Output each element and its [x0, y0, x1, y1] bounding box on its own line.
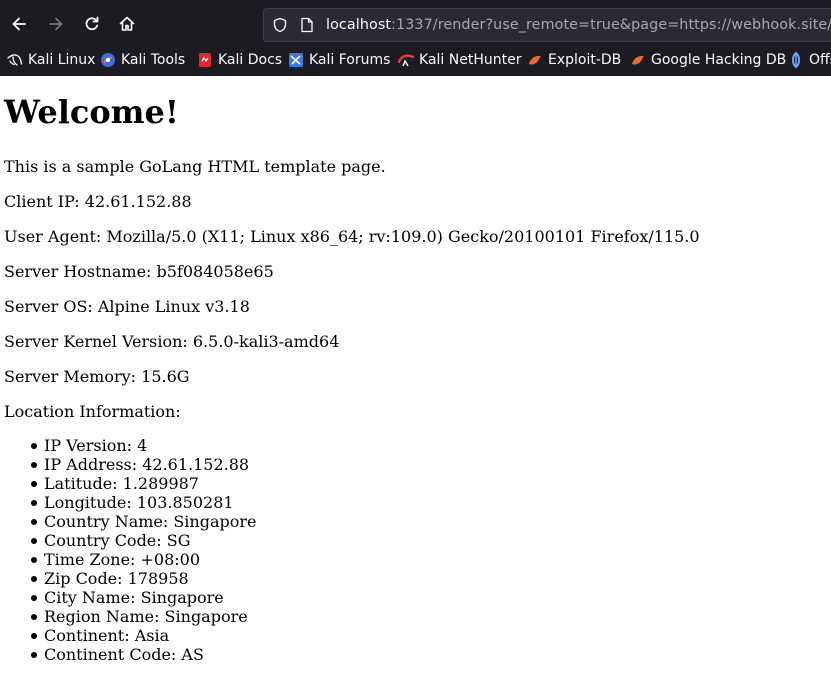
- bookmarks-toolbar: Kali Linux Kali Tools Kali Docs Kali For…: [0, 46, 831, 74]
- list-item: Time Zone: +08:00: [31, 550, 257, 569]
- back-arrow-icon: [12, 17, 26, 31]
- address-bar[interactable]: localhost:1337/render?use_remote=true&pa…: [263, 8, 831, 42]
- kali-docs-icon: [197, 52, 213, 68]
- home-button[interactable]: [113, 10, 141, 38]
- back-button[interactable]: [5, 10, 33, 38]
- list-item: Continent Code: AS: [31, 645, 257, 664]
- tracking-protection-shield-icon[interactable]: [272, 17, 288, 33]
- bookmark-kali-docs[interactable]: Kali Docs: [197, 50, 282, 70]
- bookmark-offsec[interactable]: Offs: [788, 50, 831, 70]
- page-content: Welcome! This is a sample GoLang HTML te…: [0, 76, 831, 691]
- list-item: Continent: Asia: [31, 626, 257, 645]
- kali-forums-icon: [288, 52, 304, 68]
- bookmark-kali-linux[interactable]: Kali Linux: [7, 50, 95, 70]
- url-path: :1337/render?use_remote=true&page=https:…: [391, 17, 831, 33]
- bookmark-label: Kali Linux: [28, 52, 96, 68]
- reload-button[interactable]: [78, 10, 106, 38]
- page-title: Welcome!: [4, 93, 179, 131]
- bookmark-kali-nethunter[interactable]: Kali NetHunter: [397, 50, 522, 70]
- server-kernel-text: Server Kernel Version: 6.5.0-kali3-amd64: [4, 332, 340, 351]
- list-item: Zip Code: 178958: [31, 569, 257, 588]
- location-heading: Location Information:: [4, 402, 181, 421]
- bookmark-exploit-db[interactable]: Exploit-DB: [527, 50, 621, 70]
- bookmark-label: Kali NetHunter: [419, 52, 522, 68]
- client-ip-text: Client IP: 42.61.152.88: [4, 192, 192, 211]
- intro-text: This is a sample GoLang HTML template pa…: [4, 157, 386, 176]
- list-item: Country Name: Singapore: [31, 512, 257, 531]
- page-icon[interactable]: [300, 17, 314, 33]
- reload-icon: [85, 16, 99, 31]
- bookmark-label: Kali Docs: [218, 52, 283, 68]
- bookmark-label: Kali Forums: [309, 52, 391, 68]
- bookmark-kali-forums[interactable]: Kali Forums: [288, 50, 390, 70]
- server-hostname-text: Server Hostname: b5f084058e65: [4, 262, 274, 281]
- list-item: Latitude: 1.289987: [31, 474, 257, 493]
- browser-chrome: localhost:1337/render?use_remote=true&pa…: [0, 0, 831, 76]
- url-text: localhost:1337/render?use_remote=true&pa…: [326, 17, 831, 33]
- forward-arrow-icon: [49, 17, 63, 31]
- server-memory-text: Server Memory: 15.6G: [4, 367, 190, 386]
- home-icon: [119, 16, 135, 31]
- kali-nethunter-icon: [397, 52, 415, 68]
- list-item: Country Code: SG: [31, 531, 257, 550]
- user-agent-text: User Agent: Mozilla/5.0 (X11; Linux x86_…: [4, 227, 700, 246]
- exploit-db-icon: [527, 52, 543, 68]
- bookmark-label: Google Hacking DB: [651, 52, 787, 68]
- list-item: IP Address: 42.61.152.88: [31, 455, 257, 474]
- forward-button[interactable]: [42, 10, 70, 38]
- url-host: localhost: [326, 17, 392, 33]
- offsec-icon: [788, 51, 804, 69]
- bookmark-google-hacking-db[interactable]: Google Hacking DB: [630, 50, 786, 70]
- list-item: Longitude: 103.850281: [31, 493, 257, 512]
- navigation-toolbar: localhost:1337/render?use_remote=true&pa…: [0, 2, 831, 46]
- list-item: City Name: Singapore: [31, 588, 257, 607]
- exploit-db-icon: [630, 52, 646, 68]
- server-os-text: Server OS: Alpine Linux v3.18: [4, 297, 250, 316]
- bookmark-kali-tools[interactable]: Kali Tools: [100, 50, 185, 70]
- kali-tools-icon: [100, 52, 116, 68]
- bookmark-label: Offs: [809, 52, 831, 68]
- kali-dragon-icon: [7, 52, 23, 68]
- bookmark-label: Exploit-DB: [548, 52, 622, 68]
- list-item: Region Name: Singapore: [31, 607, 257, 626]
- location-list: IP Version: 4 IP Address: 42.61.152.88 L…: [31, 436, 257, 664]
- list-item: IP Version: 4: [31, 436, 257, 455]
- bookmark-label: Kali Tools: [121, 52, 186, 68]
